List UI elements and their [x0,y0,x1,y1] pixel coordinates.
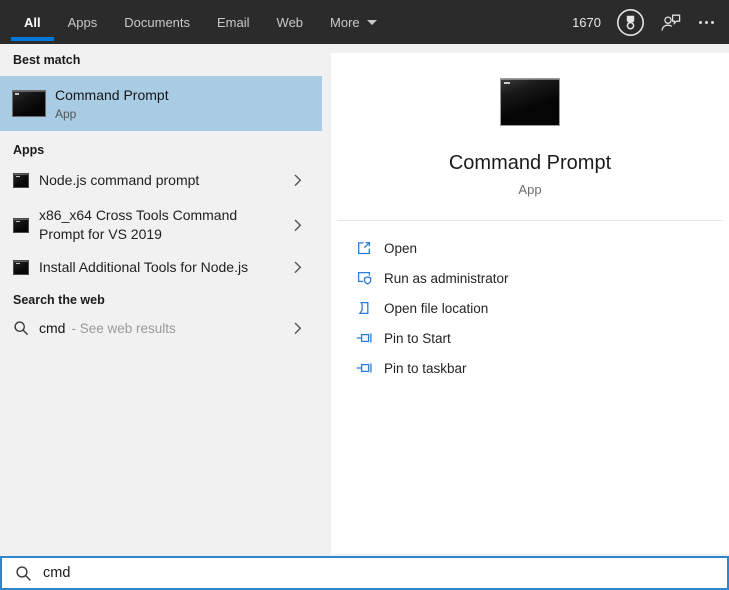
preview-title: Command Prompt [448,152,612,174]
apps-header: Apps [13,143,45,157]
tab-apps-label: Apps [67,14,98,30]
terminal-icon [13,172,29,188]
tab-all[interactable]: All [11,0,53,44]
search-topbar: All Apps Documents Email Web More 1670 [0,0,729,44]
action-label: Open [384,240,418,256]
list-item-label: Node.js command prompt [39,171,200,188]
pin-icon [355,360,372,376]
more-options-icon[interactable] [697,17,716,28]
action-label: Pin to taskbar [384,360,467,376]
action-list: Open Run as administrator Open file loca… [331,233,729,383]
filter-tabs: All Apps Documents Email Web More [11,0,377,44]
pin-to-taskbar-button[interactable]: Pin to taskbar [331,353,729,383]
tab-more-label: More [330,14,360,30]
action-label: Run as administrator [384,270,509,286]
tab-documents[interactable]: Documents [124,0,190,44]
run-as-administrator-button[interactable]: Run as administrator [331,263,729,293]
preview-subtitle: App [518,182,542,197]
best-match-result[interactable]: Command Prompt App [0,76,322,131]
list-item-vs-cross-tools[interactable]: x86_x64 Cross Tools Command Prompt for V… [0,199,322,251]
file-location-icon [355,300,372,316]
web-search-query: cmd [39,320,66,336]
chevron-right-icon[interactable] [294,261,302,274]
search-bar [0,556,729,590]
open-button[interactable]: Open [331,233,729,263]
search-web-header: Search the web [13,293,105,307]
chevron-down-icon [366,19,377,25]
open-file-location-button[interactable]: Open file location [331,293,729,323]
tab-web[interactable]: Web [277,0,304,44]
best-match-subtitle: App [55,106,77,121]
chevron-right-icon[interactable] [294,174,302,187]
list-item-nodejs-prompt[interactable]: Node.js command prompt [0,162,322,198]
chevron-right-icon[interactable] [294,219,302,232]
preview-panel: Command Prompt App Open Run as administr… [331,53,729,554]
tab-more[interactable]: More [330,0,377,44]
rewards-medal-icon[interactable] [616,8,645,37]
list-item-label: x86_x64 Cross Tools Command Prompt for V… [39,207,238,242]
command-prompt-icon [12,90,46,117]
list-item-web-search[interactable]: cmd - See web results [0,310,322,346]
search-icon [15,565,32,582]
chevron-right-icon[interactable] [294,322,302,335]
best-match-header: Best match [13,53,81,67]
web-search-suffix: - See web results [71,320,176,336]
terminal-icon [13,259,29,275]
list-item-label: Install Additional Tools for Node.js [39,258,249,275]
tab-apps[interactable]: Apps [68,0,98,44]
search-input[interactable] [43,558,727,588]
topbar-right-cluster: 1670 [572,0,716,44]
divider [337,220,723,221]
rewards-points: 1670 [572,14,601,30]
feedback-icon[interactable] [660,12,682,32]
search-icon [13,320,29,336]
action-label: Open file location [384,300,489,316]
tab-email-label: Email [217,14,250,30]
admin-shield-icon [355,270,372,286]
results-panel: Best match Command Prompt App Apps Node.… [0,44,331,556]
pin-icon [355,330,372,346]
tab-web-label: Web [276,14,304,30]
tab-email[interactable]: Email [217,0,250,44]
list-item-install-node-tools[interactable]: Install Additional Tools for Node.js [0,249,322,285]
tab-documents-label: Documents [124,14,191,30]
tab-all-label: All [24,14,41,30]
terminal-icon [13,217,29,233]
best-match-title: Command Prompt [55,86,169,103]
pin-to-start-button[interactable]: Pin to Start [331,323,729,353]
command-prompt-icon-large [500,78,560,126]
action-label: Pin to Start [384,330,451,346]
open-icon [355,240,372,256]
